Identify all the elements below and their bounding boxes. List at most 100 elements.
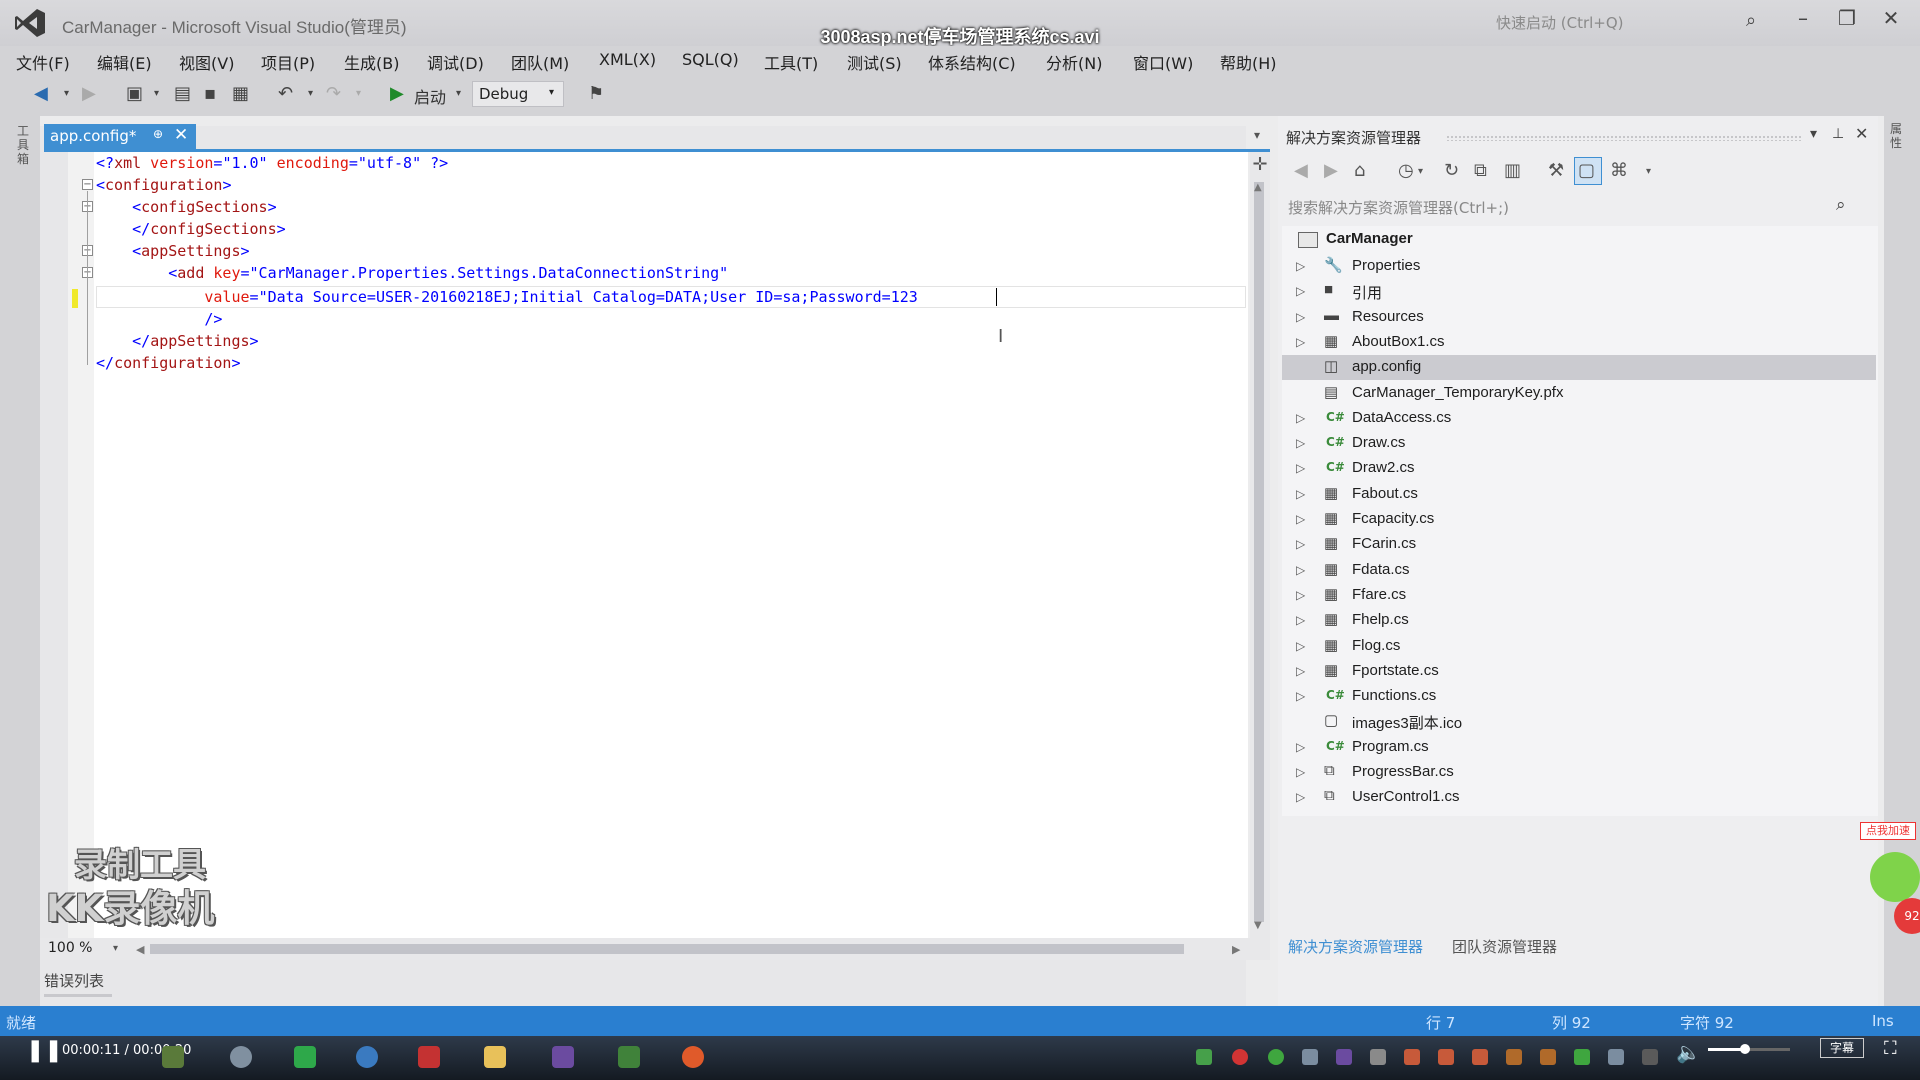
find-in-files-icon[interactable]: ⚑ <box>588 83 604 104</box>
expand-arrow-icon[interactable]: ▷ <box>1296 613 1305 627</box>
expand-arrow-icon[interactable]: ▷ <box>1296 563 1305 577</box>
tray-icon[interactable] <box>1540 1049 1556 1065</box>
pin-icon[interactable]: ⊕ <box>153 127 163 141</box>
expand-arrow-icon[interactable]: ▷ <box>1296 588 1305 602</box>
close-button[interactable]: ✕ <box>1874 6 1908 30</box>
expand-arrow-icon[interactable]: ▷ <box>1296 284 1305 298</box>
tab-error-list[interactable]: 错误列表 <box>44 970 104 991</box>
horizontal-scroll-thumb[interactable] <box>150 944 1184 954</box>
menu-architecture[interactable]: 体系结构(C) <box>928 50 1016 74</box>
tree-item[interactable]: ▷ ▦ Fhelp.cs <box>1282 608 1876 633</box>
pending-changes-icon[interactable]: ◷ <box>1398 160 1414 181</box>
tree-item[interactable]: ▷ ⧉ ProgressBar.cs <box>1282 760 1876 785</box>
menu-analyze[interactable]: 分析(N) <box>1046 50 1102 74</box>
tree-item[interactable]: ▷ ▦ AboutBox1.cs <box>1282 330 1876 355</box>
taskbar-app-icon[interactable] <box>356 1046 378 1068</box>
restore-button[interactable]: ❐ <box>1830 6 1864 30</box>
menu-edit[interactable]: 编辑(E) <box>97 50 152 74</box>
tree-item[interactable]: ▤ CarManager_TemporaryKey.pfx <box>1282 381 1876 406</box>
properties-icon[interactable]: ⚒ <box>1548 160 1564 181</box>
expand-arrow-icon[interactable]: ▷ <box>1296 664 1305 678</box>
menu-test[interactable]: 测试(S) <box>847 50 902 74</box>
fold-configuration-icon[interactable]: − <box>82 179 93 190</box>
taskbar-folder-icon[interactable] <box>484 1046 506 1068</box>
quick-launch-input[interactable]: 快速启动 (Ctrl+Q) <box>1496 12 1624 33</box>
scroll-up-icon[interactable]: ▲ <box>1254 182 1262 193</box>
expand-arrow-icon[interactable]: ▷ <box>1296 259 1305 273</box>
menu-project[interactable]: 项目(P) <box>261 50 315 74</box>
preview-icon[interactable]: ▢ <box>1578 160 1595 181</box>
taskbar-app-icon[interactable] <box>230 1046 252 1068</box>
tray-icon[interactable] <box>1608 1049 1624 1065</box>
auto-hide-pin-icon[interactable]: ⊥ <box>1832 126 1844 142</box>
tray-icon[interactable] <box>1302 1049 1318 1065</box>
tray-icon[interactable] <box>1404 1049 1420 1065</box>
subtitle-button[interactable]: 字幕 <box>1820 1038 1864 1058</box>
tree-item[interactable]: ▷ ▬ Resources <box>1282 305 1876 330</box>
tab-app-config[interactable]: app.config* ⊕ ✕ <box>44 124 196 150</box>
tray-icon[interactable] <box>1370 1049 1386 1065</box>
expand-arrow-icon[interactable]: ▷ <box>1296 512 1305 526</box>
menu-view[interactable]: 视图(V) <box>179 50 234 74</box>
toolbox-label[interactable]: 工具箱 <box>17 124 33 166</box>
split-window-icon[interactable]: ✛ <box>1250 154 1270 175</box>
tab-solution-explorer[interactable]: 解决方案资源管理器 <box>1288 936 1423 957</box>
taskbar-app-icon[interactable] <box>682 1046 704 1068</box>
tree-item[interactable]: ▷ C# Functions.cs <box>1282 684 1876 709</box>
expand-arrow-icon[interactable]: ▷ <box>1296 411 1305 425</box>
search-icon[interactable]: ⌕ <box>1836 195 1846 215</box>
toolbox-strip[interactable]: 工具箱 <box>0 116 40 1006</box>
start-button-label[interactable]: 启动 <box>414 84 446 108</box>
tree-item[interactable]: ▷ ▦ Flog.cs <box>1282 634 1876 659</box>
taskbar-visual-studio-icon[interactable] <box>552 1046 574 1068</box>
speed-ball-icon[interactable] <box>1870 852 1920 902</box>
expand-arrow-icon[interactable]: ▷ <box>1296 537 1305 551</box>
tree-item[interactable]: ▷ ▦ Ffare.cs <box>1282 583 1876 608</box>
tools-dropdown-icon[interactable]: ▾ <box>1646 166 1651 177</box>
solution-config-select[interactable]: Debug ▾ <box>472 81 564 107</box>
scroll-left-icon[interactable]: ◀ <box>136 943 144 956</box>
properties-label[interactable]: 属性 <box>1890 122 1906 150</box>
new-project-icon[interactable]: ▣ <box>126 83 143 104</box>
menu-debug[interactable]: 调试(D) <box>427 50 484 74</box>
redo-dropdown-icon[interactable]: ▾ <box>356 88 361 99</box>
tree-item[interactable]: ▷ C# Draw2.cs <box>1282 456 1876 481</box>
menu-help[interactable]: 帮助(H) <box>1220 50 1277 74</box>
new-dropdown-icon[interactable]: ▾ <box>154 88 159 99</box>
tab-team-explorer[interactable]: 团队资源管理器 <box>1452 936 1557 957</box>
tree-item[interactable]: ▷ ▦ Fcapacity.cs <box>1282 507 1876 532</box>
tray-icon[interactable] <box>1268 1049 1284 1065</box>
panel-options-dropdown-icon[interactable]: ▾ <box>1810 126 1817 142</box>
pending-dropdown-icon[interactable]: ▾ <box>1418 166 1423 177</box>
tree-item[interactable]: ▷ C# DataAccess.cs <box>1282 406 1876 431</box>
save-icon[interactable]: ▪ <box>204 83 216 104</box>
taskbar-app-icon[interactable] <box>418 1046 440 1068</box>
tree-item[interactable]: ▷ ■ 引用 <box>1282 279 1876 304</box>
tree-item[interactable]: ◫ app.config <box>1282 355 1876 380</box>
start-dropdown-icon[interactable]: ▾ <box>456 88 461 99</box>
save-all-icon[interactable]: ▦ <box>232 83 249 104</box>
speed-up-badge[interactable]: 点我加速 <box>1860 822 1916 840</box>
vertical-scroll-thumb[interactable] <box>1254 182 1264 922</box>
close-icon[interactable]: ✕ <box>174 125 188 145</box>
menu-window[interactable]: 窗口(W) <box>1133 50 1193 74</box>
tray-icon[interactable] <box>1336 1049 1352 1065</box>
home-icon[interactable]: ⌂ <box>1354 160 1365 181</box>
tray-icon[interactable] <box>1506 1049 1522 1065</box>
tray-icon[interactable] <box>1472 1049 1488 1065</box>
scroll-down-icon[interactable]: ▼ <box>1254 920 1262 931</box>
scroll-right-icon[interactable]: ▶ <box>1232 943 1240 956</box>
minimize-button[interactable]: – <box>1786 6 1820 30</box>
class-view-icon[interactable]: ⌘ <box>1610 160 1628 181</box>
taskbar-app-icon[interactable] <box>294 1046 316 1068</box>
menu-xml[interactable]: XML(X) <box>599 50 656 69</box>
tree-item[interactable]: ▷ 🔧 Properties <box>1282 254 1876 279</box>
show-all-files-icon[interactable]: ▥ <box>1504 160 1521 181</box>
tray-icon[interactable] <box>1438 1049 1454 1065</box>
zoom-dropdown-icon[interactable]: ▾ <box>113 943 118 954</box>
redo-icon[interactable]: ↷ <box>326 83 341 104</box>
expand-arrow-icon[interactable]: ▷ <box>1296 335 1305 349</box>
expand-arrow-icon[interactable]: ▷ <box>1296 487 1305 501</box>
panel-grip[interactable] <box>1446 135 1802 141</box>
expand-arrow-icon[interactable]: ▷ <box>1296 740 1305 754</box>
